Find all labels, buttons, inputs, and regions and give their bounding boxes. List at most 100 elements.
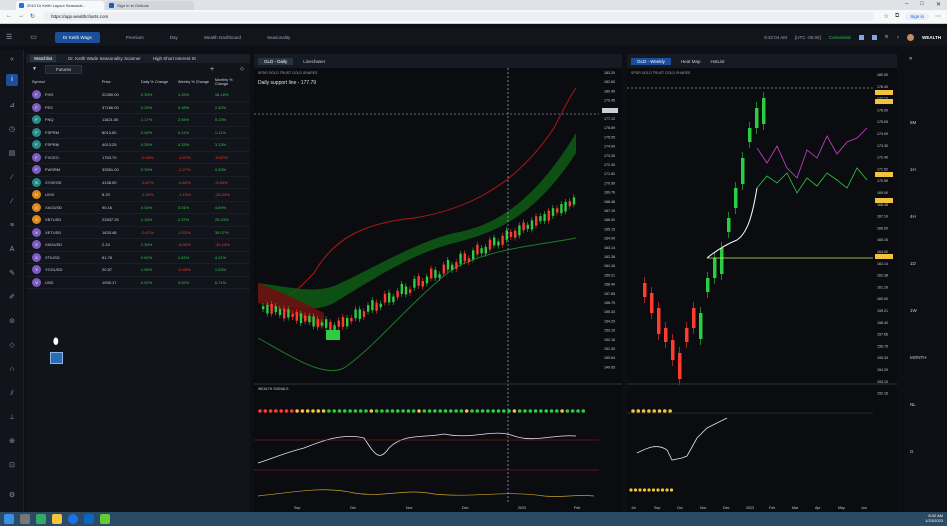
star-icon[interactable]: ☆ [884,13,889,20]
watchlist-selector[interactable]: Futures [44,64,83,74]
brush-icon[interactable]: ✐ [6,292,18,304]
tab-heat-map[interactable]: Heat Map [681,59,701,64]
table-row[interactable]: F FNQ 11621.50 1.17% 2.54% 5.13% [26,114,250,127]
symbol-text: XAGUSD [45,204,62,210]
layout-icon[interactable] [871,34,877,40]
tab-wealth-dashboard[interactable]: Wealth Dashboard [204,35,241,40]
table-row[interactable]: F FXCEO 1763.70 -0.20% -1.57% -5.67% [26,152,250,164]
browser-tab-outlook[interactable]: Sign In to Outlook [106,0,194,10]
browser-tab-wealthcharts[interactable]: 2010 Dr Keith Layout Seasonal - [16,0,104,10]
task-view-icon[interactable] [36,514,46,524]
minimize-icon[interactable]: – [905,1,908,8]
tab-gld-daily[interactable]: GLD - Daily [258,57,294,65]
shapes-icon[interactable]: ◇ [6,340,18,352]
daily-chart[interactable]: SPDR GOLD TRUST GOLD SHARES Daily support… [254,68,622,512]
chrome-icon[interactable] [68,514,78,524]
add-symbol-icon[interactable]: + [210,66,214,73]
tab-linechaser[interactable]: Linechaser [303,59,325,64]
timeframe-1w[interactable]: 1W [910,308,917,313]
url-field[interactable]: https://app.wealthcharts.com [43,12,874,21]
daily-price-tick: 151.30 [604,347,615,351]
weekly-chart[interactable]: SPDR GOLD TRUST GOLD SHARES 180.00 178.40 1… [627,68,897,512]
close-icon[interactable]: ✕ [936,1,941,8]
settings-icon[interactable]: ⚙ [6,490,18,502]
sync-icon[interactable]: ◇ [240,66,244,72]
tab-seasonality[interactable]: Seasonality [267,35,290,40]
table-row[interactable]: X XNGUSD 2.24 2.30% -8.40% -30.14% [26,239,250,252]
timeframe-1d[interactable]: 1D [910,261,916,266]
col-monthly-change[interactable]: Monthly % Change [215,78,244,86]
outlook-icon[interactable] [84,514,94,524]
save-icon[interactable] [858,34,864,40]
wealthcharts-app-icon[interactable] [100,514,110,524]
fib-icon[interactable]: ≡ [6,220,18,232]
bar-chart-icon[interactable]: ⊥ [6,412,18,424]
table-row[interactable]: F FSPRM 8013.50 0.02% 0.11% 1.11% [26,127,250,139]
col-price[interactable]: Price [102,80,141,84]
signin-button[interactable]: Sign in [905,13,929,20]
timeframe-nl[interactable]: NL [910,402,916,407]
info-icon[interactable]: i [6,74,18,86]
expand-icon[interactable]: » [909,56,912,62]
tab-seasonality-scanner[interactable]: Dr. Keith Wade Seasonality Scanner [68,56,141,61]
windows-start-icon[interactable] [4,514,14,524]
timeframe-4h[interactable]: 4H [910,214,916,219]
extensions-icon[interactable]: ⧉ [895,13,899,20]
file-explorer-icon[interactable] [52,514,62,524]
alert-icon[interactable]: ⊕ [6,436,18,448]
tab-premium[interactable]: Premium [126,35,144,40]
help-icon[interactable]: ? [897,35,900,40]
table-row[interactable]: X XBTUSD 22837.25 2.16% 2.37% 20.24% [26,214,250,227]
table-row[interactable]: X XTIUSD 81.78 0.82% 1.81% 4.21% [26,252,250,264]
back-icon[interactable]: ← [6,13,12,20]
table-row[interactable]: S XYDEGE 4138.00 -3.67% -0.82% -3.69% [26,177,250,189]
table-row[interactable]: X XETUSD 1633.48 -0.07% -0.52% 30.07% [26,227,250,239]
weekly-change-cell: 1.25% [177,92,190,98]
col-daily-change[interactable]: Daily % Change [141,80,178,84]
signal-dot [327,409,331,413]
line-tool-icon[interactable]: ∕ [6,172,18,184]
timeframe-5m[interactable]: 5M [910,120,916,125]
timeframe-g[interactable]: G [910,449,914,454]
hamburger-menu-icon[interactable]: ☰ [6,33,12,41]
table-row[interactable]: F FHG 22350.00 0.30% 1.25% 16.18% [26,89,250,102]
tab-gld-weekly[interactable]: GLD - Weekly [631,57,671,65]
maximize-icon[interactable]: □ [920,1,924,8]
pencil-icon[interactable]: ✎ [6,268,18,280]
col-weekly-change[interactable]: Weekly % Change [178,80,215,84]
lock-icon[interactable]: ⊡ [6,460,18,472]
weekly-change-cell: 2.54% [177,117,190,123]
refresh-icon[interactable]: ↻ [30,13,35,20]
col-symbol[interactable]: Symbol [32,80,102,84]
table-row[interactable]: F FWSRM 33551.00 0.39% -2.27% 0.33% [26,164,250,177]
table-row[interactable]: X XAGUSD 90.16 0.54% 3.01% 4.69% [26,202,250,214]
table-row[interactable]: Y YGGUSD 20.57 1.59% -0.40% 1.53% [26,264,250,277]
trendline-icon[interactable]: ⁄ [6,196,18,208]
table-row[interactable]: U UVIX 8.20 -1.02% -1.10% -25.24% [26,189,250,202]
more-icon[interactable]: ⋯ [935,13,941,20]
timeframe-1h[interactable]: 1H [910,167,916,172]
tab-day[interactable]: Day [170,35,178,40]
table-row[interactable]: V USD 1930.17 0.52% 0.02% 6.71% [26,277,250,289]
forward-icon[interactable]: → [18,13,24,20]
tab-high-short-interest[interactable]: High Short Interest St [153,56,196,61]
tab-dr-keith-wags[interactable]: Dr Keith Wags [54,31,100,43]
gear-icon[interactable]: ⚙ [885,34,889,40]
text-tool-icon[interactable]: A [6,244,18,256]
avatar[interactable] [907,33,915,41]
tab-watchlist[interactable]: Watchlist [30,55,57,62]
collapse-icon[interactable]: « [6,54,18,66]
daily-time-tick: 2023 [518,506,526,510]
timeframe-month[interactable]: MONTH [910,355,927,360]
search-icon[interactable] [20,514,30,524]
stats-icon[interactable]: ⫽ [6,388,18,400]
chart-type-icon[interactable]: ⊿ [6,100,18,112]
news-icon[interactable]: ▤ [6,148,18,160]
clock-icon[interactable]: ◷ [6,124,18,136]
table-row[interactable]: F FES 37166.00 0.25% 0.18% 2.42% [26,102,250,114]
filter-icon[interactable]: ▼ [32,66,37,72]
magnet-icon[interactable]: ∩ [6,364,18,376]
tab-hotlist[interactable]: HotList [710,59,724,64]
table-row[interactable]: F FSPRM 4013.25 0.35% 0.33% 3.13% [26,139,250,152]
ruler-icon[interactable]: ⊘ [6,316,18,328]
